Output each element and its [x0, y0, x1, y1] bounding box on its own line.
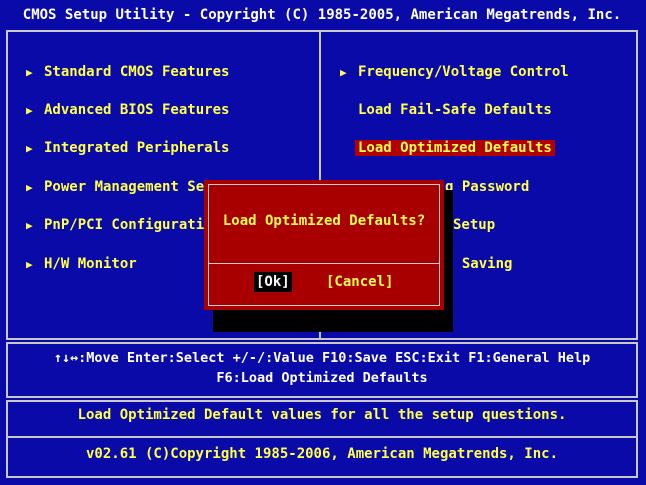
menu-item-power-management[interactable]: ▶ Power Management Set: [26, 176, 213, 198]
menu-item-saving-partial[interactable]: t Saving: [445, 253, 512, 275]
submenu-arrow-icon: ▶: [26, 219, 33, 232]
menu-item-label: t Saving: [445, 256, 513, 272]
ok-button[interactable]: [Ok]: [254, 272, 292, 292]
submenu-arrow-icon: ▶: [26, 181, 33, 194]
key-help-line-1: ↑↓↔:Move Enter:Select +/-/:Value F10:Sav…: [53, 350, 591, 366]
menu-item-label: Integrated Peripherals: [44, 140, 230, 156]
menu-item-label: PnP/PCI Configuratio: [44, 217, 213, 233]
dialog-question: Load Optimized Defaults?: [222, 213, 426, 229]
key-help-line-2: F6:Load Optimized Defaults: [216, 370, 428, 386]
menu-item-advanced-bios[interactable]: ▶ Advanced BIOS Features: [26, 99, 229, 121]
bios-screen: CMOS Setup Utility - Copyright (C) 1985-…: [0, 0, 646, 485]
submenu-arrow-icon: ▶: [340, 66, 347, 79]
status-divider: [6, 436, 638, 438]
cancel-button[interactable]: [Cancel]: [324, 272, 395, 292]
version-line: v02.61 (C)Copyright 1985-2006, American …: [85, 446, 558, 462]
menu-item-hw-monitor[interactable]: ▶ H/W Monitor: [26, 253, 137, 275]
menu-item-label: Power Management Set: [44, 179, 213, 195]
window-title: CMOS Setup Utility - Copyright (C) 1985-…: [6, 3, 638, 27]
menu-item-label: H/W Monitor: [44, 256, 137, 272]
menu-item-password-partial[interactable]: g Password: [445, 176, 529, 198]
menu-item-setup-partial[interactable]: Setup: [453, 214, 495, 236]
menu-item-load-optimized[interactable]: Load Optimized Defaults: [355, 137, 555, 159]
submenu-arrow-icon: ▶: [26, 258, 33, 271]
menu-item-label: Setup: [453, 217, 496, 233]
submenu-arrow-icon: ▶: [26, 142, 33, 155]
menu-item-label: Frequency/Voltage Control: [358, 64, 569, 80]
submenu-arrow-icon: ▶: [26, 104, 33, 117]
menu-item-label: g Password: [445, 179, 530, 195]
menu-item-label: Load Optimized Defaults: [355, 140, 555, 156]
menu-item-standard-cmos[interactable]: ▶ Standard CMOS Features: [26, 61, 229, 83]
submenu-arrow-icon: ▶: [26, 66, 33, 79]
dialog-separator: [208, 263, 440, 264]
menu-item-label: Load Fail-Safe Defaults: [358, 102, 552, 118]
menu-item-pnp-pci[interactable]: ▶ PnP/PCI Configuratio: [26, 214, 213, 236]
menu-item-load-failsafe[interactable]: Load Fail-Safe Defaults: [358, 99, 552, 121]
menu-item-label: Standard CMOS Features: [44, 64, 230, 80]
confirm-dialog: Load Optimized Defaults? [Ok] [Cancel]: [204, 180, 444, 310]
item-description: Load Optimized Default values for all th…: [77, 407, 567, 423]
menu-item-label: Advanced BIOS Features: [44, 102, 230, 118]
menu-item-frequency-voltage[interactable]: ▶ Frequency/Voltage Control: [340, 61, 569, 83]
menu-item-integrated-peripherals[interactable]: ▶ Integrated Peripherals: [26, 137, 229, 159]
